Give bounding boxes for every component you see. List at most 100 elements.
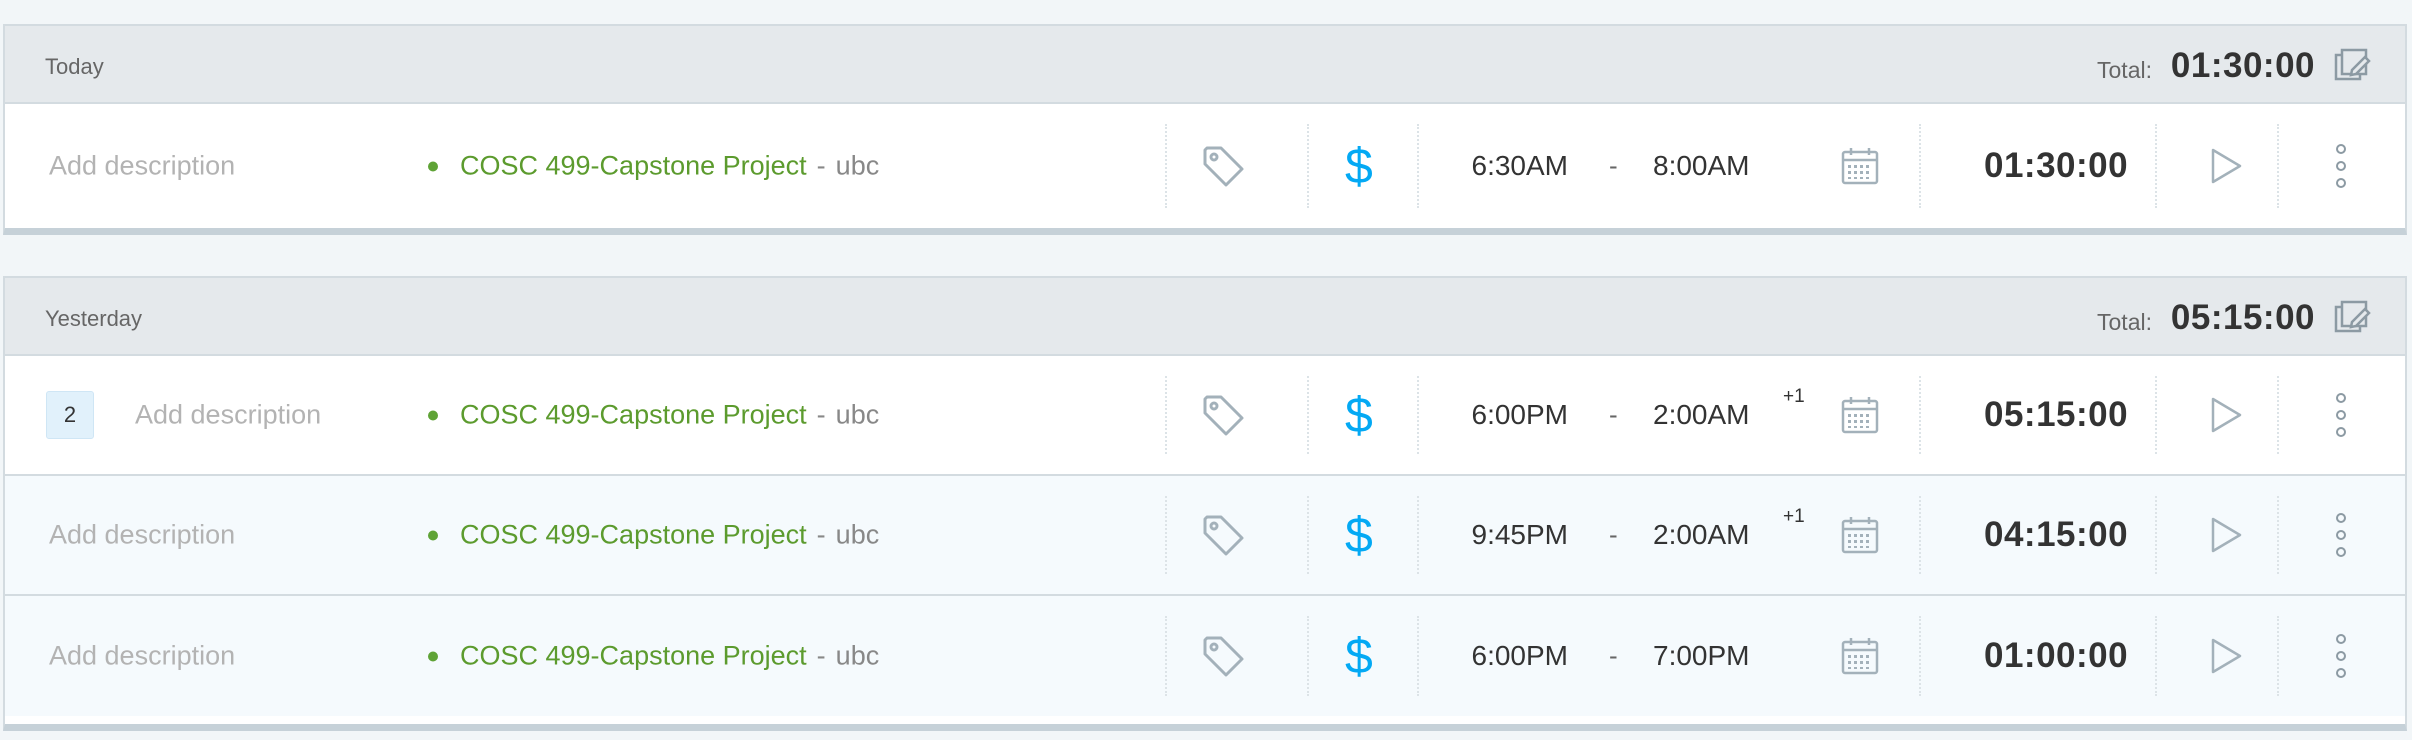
play-icon[interactable] <box>2209 637 2243 675</box>
entry-count-badge[interactable]: 2 <box>46 391 94 439</box>
divider <box>1919 616 1921 696</box>
divider <box>2277 124 2279 208</box>
divider <box>2155 124 2157 208</box>
day-group-header: Yesterday Total: 05:15:00 <box>5 278 2405 356</box>
time-entry: Add description COSC 499-Capstone Projec… <box>5 476 2405 596</box>
divider <box>2277 376 2279 454</box>
end-time[interactable]: 2:00AM <box>1653 519 1750 551</box>
bulk-edit-icon[interactable] <box>2333 46 2373 86</box>
tag-icon[interactable] <box>1201 513 1245 557</box>
project-name: COSC 499-Capstone Project <box>460 640 807 671</box>
divider <box>1417 496 1419 574</box>
client-name: ubc <box>835 519 880 550</box>
more-vertical-icon[interactable] <box>2335 143 2347 189</box>
play-icon[interactable] <box>2209 147 2243 185</box>
description-input[interactable]: Add description <box>49 641 235 672</box>
divider <box>1307 376 1309 454</box>
more-vertical-icon[interactable] <box>2335 512 2347 558</box>
bulk-edit-icon[interactable] <box>2333 298 2373 338</box>
divider <box>2155 496 2157 574</box>
dollar-icon[interactable]: $ <box>1345 510 1373 560</box>
group-date: Today <box>45 54 104 79</box>
description-input[interactable]: Add description <box>49 520 235 551</box>
project-picker[interactable]: COSC 499-Capstone Project - ubc <box>428 151 879 182</box>
calendar-icon[interactable] <box>1840 146 1880 186</box>
day-group-yesterday: Yesterday Total: 05:15:00 2 Add descript… <box>3 276 2407 731</box>
divider <box>1919 124 1921 208</box>
end-time[interactable]: 8:00AM <box>1653 150 1750 182</box>
divider <box>1307 496 1309 574</box>
divider <box>1417 376 1419 454</box>
group-date: Yesterday <box>45 306 143 331</box>
dollar-icon[interactable]: $ <box>1345 141 1373 191</box>
time-entry: Add description COSC 499-Capstone Projec… <box>5 596 2405 716</box>
project-picker[interactable]: COSC 499-Capstone Project - ubc <box>428 400 879 431</box>
total-value: 01:30:00 <box>2170 46 2315 85</box>
duration[interactable]: 04:15:00 <box>1984 515 2128 555</box>
divider <box>1165 496 1167 574</box>
divider <box>2155 616 2157 696</box>
play-icon[interactable] <box>2209 396 2243 434</box>
start-time[interactable]: 6:00PM <box>1472 640 1569 672</box>
play-icon[interactable] <box>2209 516 2243 554</box>
day-group-header: Today Total: 01:30:00 <box>5 26 2405 104</box>
project-color-dot <box>428 410 438 420</box>
dollar-icon[interactable]: $ <box>1345 631 1373 681</box>
dollar-icon[interactable]: $ <box>1345 390 1373 440</box>
tag-icon[interactable] <box>1201 393 1245 437</box>
divider <box>2277 616 2279 696</box>
project-separator: - <box>816 640 826 671</box>
divider <box>1417 124 1419 208</box>
start-time[interactable]: 6:30AM <box>1472 150 1569 182</box>
project-name: COSC 499-Capstone Project <box>460 150 807 181</box>
divider <box>1165 376 1167 454</box>
time-dash: - <box>1609 640 1618 671</box>
end-time[interactable]: 7:00PM <box>1653 640 1750 672</box>
calendar-icon[interactable] <box>1840 395 1880 435</box>
divider <box>1307 124 1309 208</box>
total-label: Total: <box>2097 309 2152 335</box>
project-separator: - <box>816 399 826 430</box>
description-input[interactable]: Add description <box>49 151 235 182</box>
project-color-dot <box>428 161 438 171</box>
day-group-today: Today Total: 01:30:00 Add description CO… <box>3 24 2407 235</box>
divider <box>1919 496 1921 574</box>
project-picker[interactable]: COSC 499-Capstone Project - ubc <box>428 641 879 672</box>
project-separator: - <box>816 150 826 181</box>
client-name: ubc <box>835 399 880 430</box>
description-input[interactable]: Add description <box>135 400 321 431</box>
project-name: COSC 499-Capstone Project <box>460 399 807 430</box>
next-day-indicator: +1 <box>1783 386 1805 407</box>
total-label: Total: <box>2097 57 2152 83</box>
project-color-dot <box>428 651 438 661</box>
calendar-icon[interactable] <box>1840 636 1880 676</box>
duration[interactable]: 05:15:00 <box>1984 395 2128 435</box>
divider <box>1919 376 1921 454</box>
client-name: ubc <box>835 150 880 181</box>
time-dash: - <box>1609 519 1618 550</box>
end-time[interactable]: 2:00AM <box>1653 399 1750 431</box>
divider <box>1165 616 1167 696</box>
next-day-indicator: +1 <box>1783 506 1805 527</box>
divider <box>1417 616 1419 696</box>
start-time[interactable]: 6:00PM <box>1472 399 1569 431</box>
tag-icon[interactable] <box>1201 634 1245 678</box>
more-vertical-icon[interactable] <box>2335 392 2347 438</box>
project-color-dot <box>428 530 438 540</box>
duration[interactable]: 01:30:00 <box>1984 146 2128 186</box>
time-entry: Add description COSC 499-Capstone Projec… <box>5 104 2405 228</box>
time-dash: - <box>1609 399 1618 430</box>
calendar-icon[interactable] <box>1840 515 1880 555</box>
more-vertical-icon[interactable] <box>2335 633 2347 679</box>
project-picker[interactable]: COSC 499-Capstone Project - ubc <box>428 520 879 551</box>
duration[interactable]: 01:00:00 <box>1984 636 2128 676</box>
divider <box>1165 124 1167 208</box>
total-value: 05:15:00 <box>2170 298 2315 337</box>
time-entry: 2 Add description COSC 499-Capstone Proj… <box>5 356 2405 476</box>
divider <box>2277 496 2279 574</box>
divider <box>2155 376 2157 454</box>
tag-icon[interactable] <box>1201 144 1245 188</box>
project-separator: - <box>816 519 826 550</box>
divider <box>1307 616 1309 696</box>
start-time[interactable]: 9:45PM <box>1472 519 1569 551</box>
